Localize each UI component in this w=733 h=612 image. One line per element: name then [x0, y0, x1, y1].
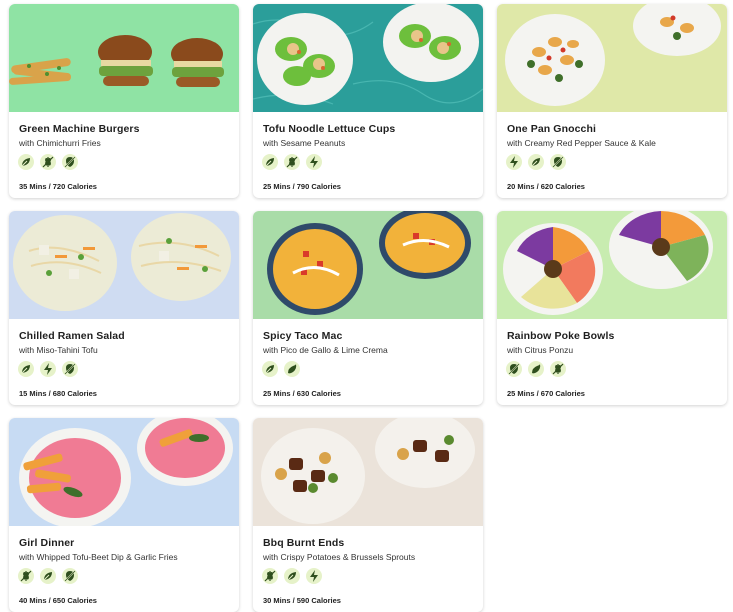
recipe-card-spicy-taco-mac[interactable]: Spicy Taco Mac with Pico de Gallo & Lime…: [253, 211, 483, 405]
dietary-tags: [506, 361, 566, 377]
recipe-title[interactable]: Bbq Burnt Ends: [263, 537, 344, 549]
recipe-title[interactable]: Girl Dinner: [19, 537, 74, 549]
recipe-card-girl-dinner[interactable]: Girl Dinner with Whipped Tofu-Beet Dip &…: [9, 418, 239, 612]
recipe-card-rainbow-poke-bowls[interactable]: Rainbow Poke Bowls with Citrus Ponzu 25 …: [497, 211, 727, 405]
recipe-card-chilled-ramen-salad[interactable]: Chilled Ramen Salad with Miso-Tahini Tof…: [9, 211, 239, 405]
no-nut-icon: [62, 361, 78, 377]
recipe-time-calories: 20 Mins / 620 Calories: [507, 182, 585, 191]
leaf-icon: [528, 154, 544, 170]
recipe-photo: [253, 4, 483, 112]
lightning-icon: [40, 361, 56, 377]
chili-icon: [528, 361, 544, 377]
leaf-icon: [40, 568, 56, 584]
recipe-time-calories: 40 Mins / 650 Calories: [19, 596, 97, 605]
leaf-icon: [18, 154, 34, 170]
no-nut-icon: [62, 568, 78, 584]
recipe-title[interactable]: Green Machine Burgers: [19, 123, 140, 135]
leaf-icon: [18, 361, 34, 377]
recipe-title[interactable]: One Pan Gnocchi: [507, 123, 596, 135]
dietary-tags: [262, 154, 322, 170]
lightning-icon: [306, 568, 322, 584]
dietary-tags: [506, 154, 566, 170]
dietary-tags: [18, 568, 78, 584]
recipe-title[interactable]: Rainbow Poke Bowls: [507, 330, 614, 342]
no-gluten-icon: [40, 154, 56, 170]
recipe-time-calories: 30 Mins / 590 Calories: [263, 596, 341, 605]
recipe-title[interactable]: Spicy Taco Mac: [263, 330, 342, 342]
recipe-subtitle: with Whipped Tofu-Beet Dip & Garlic Frie…: [19, 552, 178, 562]
recipe-subtitle: with Chimichurri Fries: [19, 138, 101, 148]
recipe-time-calories: 15 Mins / 680 Calories: [19, 389, 97, 398]
recipe-subtitle: with Miso-Tahini Tofu: [19, 345, 98, 355]
recipe-subtitle: with Crispy Potatoes & Brussels Sprouts: [263, 552, 416, 562]
recipe-time-calories: 25 Mins / 790 Calories: [263, 182, 341, 191]
leaf-icon: [262, 361, 278, 377]
recipe-photo: [497, 4, 727, 112]
dietary-tags: [18, 154, 78, 170]
no-gluten-icon: [550, 361, 566, 377]
recipe-photo: [9, 4, 239, 112]
dietary-tags: [18, 361, 78, 377]
recipe-subtitle: with Sesame Peanuts: [263, 138, 346, 148]
recipe-grid: Green Machine Burgers with Chimichurri F…: [9, 4, 731, 612]
dietary-tags: [262, 361, 300, 377]
recipe-photo: [9, 211, 239, 319]
chili-icon: [284, 361, 300, 377]
no-nut-icon: [550, 154, 566, 170]
recipe-photo: [497, 211, 727, 319]
recipe-title[interactable]: Tofu Noodle Lettuce Cups: [263, 123, 395, 135]
recipe-title[interactable]: Chilled Ramen Salad: [19, 330, 125, 342]
recipe-time-calories: 35 Mins / 720 Calories: [19, 182, 97, 191]
lightning-icon: [306, 154, 322, 170]
no-gluten-icon: [284, 154, 300, 170]
recipe-card-one-pan-gnocchi[interactable]: One Pan Gnocchi with Creamy Red Pepper S…: [497, 4, 727, 198]
recipe-time-calories: 25 Mins / 670 Calories: [507, 389, 585, 398]
recipe-time-calories: 25 Mins / 630 Calories: [263, 389, 341, 398]
leaf-icon: [262, 154, 278, 170]
recipe-subtitle: with Pico de Gallo & Lime Crema: [263, 345, 388, 355]
dietary-tags: [262, 568, 322, 584]
recipe-card-bbq-burnt-ends[interactable]: Bbq Burnt Ends with Crispy Potatoes & Br…: [253, 418, 483, 612]
leaf-icon: [284, 568, 300, 584]
recipe-photo: [253, 418, 483, 526]
recipe-photo: [253, 211, 483, 319]
recipe-subtitle: with Creamy Red Pepper Sauce & Kale: [507, 138, 656, 148]
no-nut-icon: [62, 154, 78, 170]
lightning-icon: [506, 154, 522, 170]
no-nut-icon: [506, 361, 522, 377]
no-gluten-icon: [18, 568, 34, 584]
recipe-subtitle: with Citrus Ponzu: [507, 345, 574, 355]
recipe-card-tofu-noodle-lettuce-cups[interactable]: Tofu Noodle Lettuce Cups with Sesame Pea…: [253, 4, 483, 198]
no-gluten-icon: [262, 568, 278, 584]
recipe-photo: [9, 418, 239, 526]
recipe-card-green-machine-burgers[interactable]: Green Machine Burgers with Chimichurri F…: [9, 4, 239, 198]
